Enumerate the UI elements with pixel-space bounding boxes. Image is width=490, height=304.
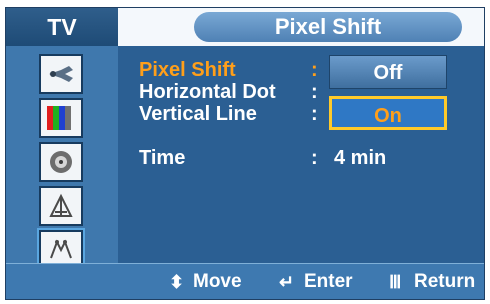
osd-panel: TV Pixel Shift Pixel Shift : Horizontal …: [5, 7, 485, 300]
pixel-shift-dropdown[interactable]: Off On: [329, 55, 449, 131]
channel-icon[interactable]: [39, 186, 83, 226]
menu-colon: :: [311, 103, 318, 125]
sound-icon[interactable]: [39, 142, 83, 182]
menu-bars-icon: Ⅲ: [389, 272, 402, 292]
footer-enter-label: Enter: [304, 271, 353, 292]
input-icon[interactable]: [39, 54, 83, 94]
tv-tab[interactable]: TV: [6, 8, 118, 46]
footer-return-label: Return: [414, 271, 476, 292]
option-on[interactable]: On: [329, 96, 447, 130]
footer-move-label: Move: [193, 271, 242, 292]
menu-label: Vertical Line: [139, 103, 257, 125]
menu-label: Time: [139, 147, 186, 169]
menu-colon: :: [311, 81, 318, 103]
menu-label: Pixel Shift: [139, 59, 236, 81]
menu-colon: :: [311, 59, 318, 81]
page-title: Pixel Shift: [194, 12, 462, 42]
option-off[interactable]: Off: [329, 55, 447, 89]
top-bar: TV Pixel Shift: [6, 8, 484, 46]
enter-icon: ↵: [279, 272, 295, 292]
tv-osd-screen: TV Pixel Shift Pixel Shift : Horizontal …: [0, 0, 490, 304]
footer-help-bar: ⬍ Move ↵ Enter Ⅲ Return: [6, 263, 484, 299]
updown-arrows-icon: ⬍: [169, 272, 185, 292]
sidebar: [6, 46, 118, 270]
menu-colon: :: [311, 147, 318, 169]
menu-value: 4 min: [334, 147, 387, 169]
menu-label: Horizontal Dot: [139, 81, 276, 103]
picture-icon[interactable]: [39, 98, 83, 138]
